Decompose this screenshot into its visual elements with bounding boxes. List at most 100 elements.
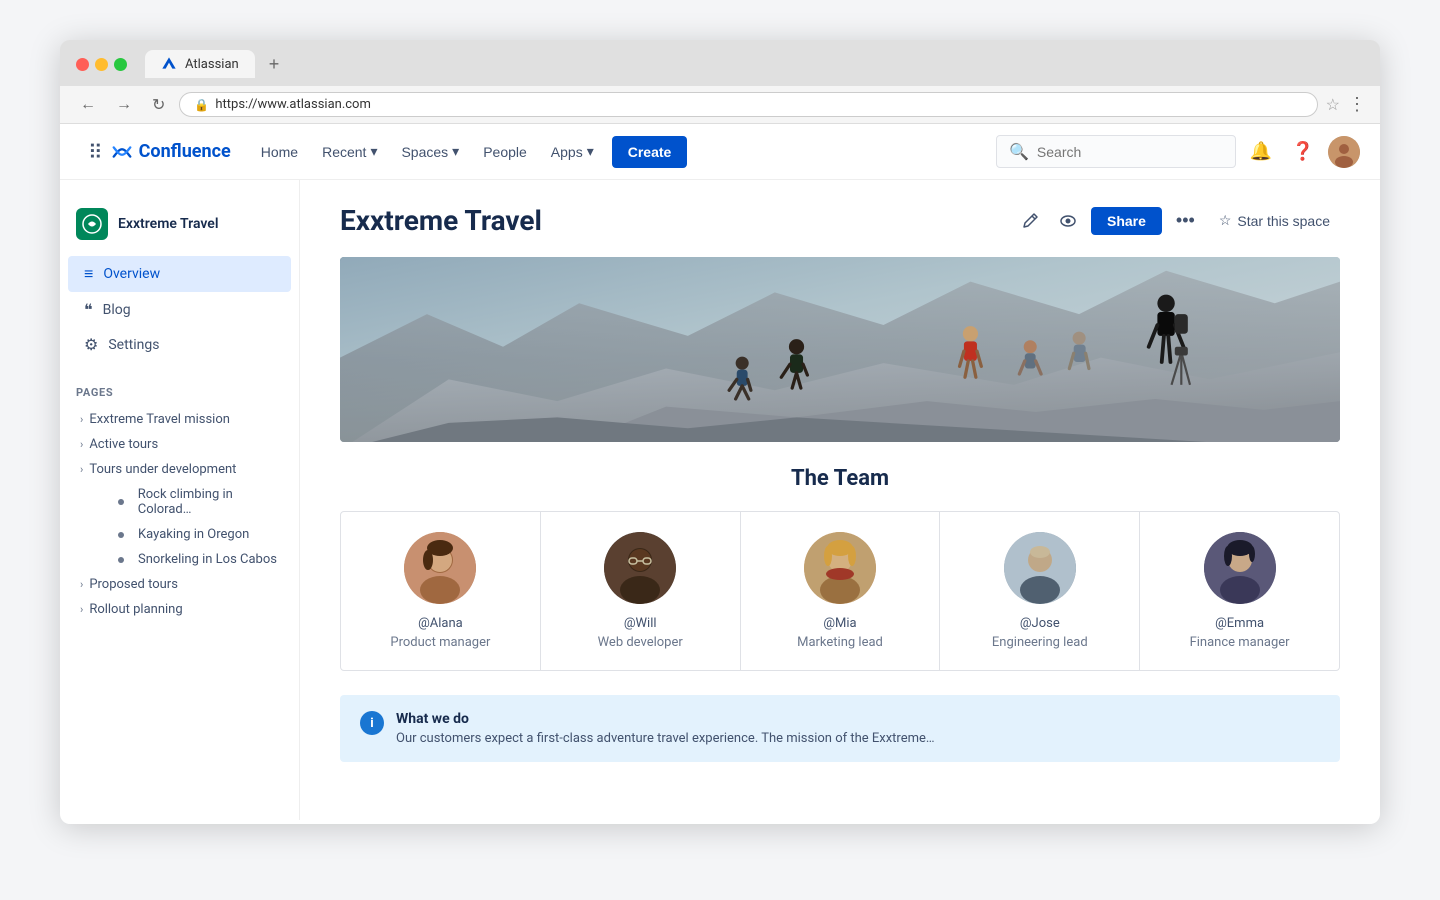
apps-chevron-icon: ▾	[587, 143, 594, 160]
minimize-window-btn[interactable]	[95, 58, 108, 71]
share-button[interactable]: Share	[1091, 207, 1162, 235]
notifications-button[interactable]: 🔔	[1244, 135, 1278, 169]
blog-label: Blog	[103, 302, 131, 318]
browser-menu-button[interactable]: ⋮	[1348, 94, 1366, 115]
overview-icon: ≡	[84, 264, 93, 284]
view-button[interactable]	[1053, 206, 1083, 236]
user-avatar[interactable]	[1328, 136, 1360, 168]
team-card-alana: @Alana Product manager	[341, 512, 541, 670]
team-card-emma: @Emma Finance manager	[1140, 512, 1339, 670]
page-label: Active tours	[89, 437, 158, 452]
team-role-will: Web developer	[553, 635, 728, 650]
tab-title: Atlassian	[185, 57, 239, 72]
search-bar[interactable]: 🔍	[996, 135, 1236, 168]
bullet-icon	[118, 499, 124, 505]
page-item-rollout[interactable]: › Rollout planning	[76, 597, 283, 622]
spaces-chevron-icon: ▾	[452, 143, 459, 160]
create-button[interactable]: Create	[612, 136, 688, 168]
sidebar-item-settings[interactable]: ⚙ Settings	[68, 327, 291, 362]
spaces-nav-link[interactable]: Spaces ▾	[391, 135, 469, 168]
people-nav-link[interactable]: People	[473, 136, 537, 168]
sidebar-item-overview[interactable]: ≡ Overview	[68, 256, 291, 292]
page-item-tours-dev[interactable]: › Tours under development	[76, 457, 283, 482]
search-icon: 🔍	[1009, 142, 1029, 161]
top-navigation: ⠿ Confluence Home Recent ▾ Spaces ▾ Peo	[60, 124, 1380, 180]
team-avatar-mia	[804, 532, 876, 604]
page-item-rock-climbing[interactable]: Rock climbing in Colorad…	[76, 482, 283, 522]
page-item-active-tours[interactable]: › Active tours	[76, 432, 283, 457]
info-title: What we do	[396, 711, 1320, 727]
page-label: Snorkeling in Los Cabos	[138, 552, 277, 567]
info-box: i What we do Our customers expect a firs…	[340, 695, 1340, 762]
bullet-icon	[118, 532, 124, 538]
page-label: Rollout planning	[89, 602, 182, 617]
new-tab-button[interactable]: +	[269, 54, 280, 75]
space-name: Exxtreme Travel	[118, 216, 218, 232]
close-window-btn[interactable]	[76, 58, 89, 71]
star-icon: ☆	[1219, 212, 1232, 229]
main-layout: Exxtreme Travel ≡ Overview ❝ Blog ⚙ Sett…	[60, 180, 1380, 820]
page-label: Proposed tours	[89, 577, 178, 592]
back-button[interactable]: ←	[74, 94, 102, 116]
pages-section: PAGES › Exxtreme Travel mission › Active…	[60, 378, 299, 630]
page-label: Tours under development	[89, 462, 236, 477]
maximize-window-btn[interactable]	[114, 58, 127, 71]
header-actions: Share ••• ☆ Star this space	[1015, 204, 1340, 237]
star-space-button[interactable]: ☆ Star this space	[1209, 206, 1340, 235]
confluence-logo-icon	[111, 141, 133, 163]
browser-tab-bar: Atlassian +	[60, 40, 1380, 86]
apps-nav-link[interactable]: Apps ▾	[541, 135, 604, 168]
recent-nav-link[interactable]: Recent ▾	[312, 135, 387, 168]
bookmark-button[interactable]: ☆	[1326, 95, 1340, 115]
team-handle-jose: @Jose	[952, 616, 1127, 631]
info-text: Our customers expect a first-class adven…	[396, 731, 1320, 746]
atlassian-tab-icon	[161, 56, 177, 72]
content-header: Exxtreme Travel	[300, 180, 1380, 257]
chevron-icon: ›	[80, 438, 83, 451]
page-item-mission[interactable]: › Exxtreme Travel mission	[76, 407, 283, 432]
more-options-button[interactable]: •••	[1170, 204, 1201, 237]
address-bar-row: ← → ↻ 🔒 https://www.atlassian.com ☆ ⋮	[60, 86, 1380, 124]
browser-window: Atlassian + ← → ↻ 🔒 https://www.atlassia…	[60, 40, 1380, 824]
team-role-alana: Product manager	[353, 635, 528, 650]
nav-right: 🔍 🔔 ❓	[996, 135, 1360, 169]
home-nav-link[interactable]: Home	[251, 136, 308, 168]
more-options-icon: •••	[1176, 210, 1195, 231]
sidebar-item-blog[interactable]: ❝ Blog	[68, 292, 291, 327]
page-label: Exxtreme Travel mission	[89, 412, 230, 427]
space-header: Exxtreme Travel	[60, 200, 299, 256]
hero-image	[340, 257, 1340, 442]
page-title: Exxtreme Travel	[340, 204, 1003, 237]
hero-svg	[340, 257, 1340, 442]
hero-image-inner	[340, 257, 1340, 442]
main-content: Exxtreme Travel	[300, 180, 1380, 820]
team-role-mia: Marketing lead	[753, 635, 928, 650]
eye-icon	[1059, 212, 1077, 230]
forward-button[interactable]: →	[110, 94, 138, 116]
overview-label: Overview	[103, 266, 160, 282]
confluence-logo[interactable]: Confluence	[111, 141, 231, 163]
address-bar[interactable]: 🔒 https://www.atlassian.com	[179, 92, 1317, 117]
help-button[interactable]: ❓	[1286, 135, 1320, 169]
team-card-jose: @Jose Engineering lead	[940, 512, 1140, 670]
page-item-kayaking[interactable]: Kayaking in Oregon	[76, 522, 283, 547]
chevron-icon: ›	[80, 463, 83, 476]
team-role-jose: Engineering lead	[952, 635, 1127, 650]
team-handle-emma: @Emma	[1152, 616, 1327, 631]
apps-grid-icon[interactable]: ⠿	[80, 132, 111, 172]
page-item-snorkeling[interactable]: Snorkeling in Los Cabos	[76, 547, 283, 572]
info-content: What we do Our customers expect a first-…	[396, 711, 1320, 746]
browser-tab[interactable]: Atlassian	[145, 50, 255, 78]
edit-button[interactable]	[1015, 206, 1045, 236]
pages-label: PAGES	[76, 386, 283, 399]
page-label: Kayaking in Oregon	[138, 527, 249, 542]
refresh-button[interactable]: ↻	[146, 93, 171, 117]
info-icon: i	[360, 711, 384, 735]
recent-chevron-icon: ▾	[370, 143, 377, 160]
team-card-will: @Will Web developer	[541, 512, 741, 670]
nav-links: Home Recent ▾ Spaces ▾ People Apps ▾ Cre…	[251, 135, 688, 168]
page-item-proposed[interactable]: › Proposed tours	[76, 572, 283, 597]
team-avatar-jose	[1004, 532, 1076, 604]
search-input[interactable]	[1037, 144, 1223, 160]
page-label: Rock climbing in Colorad…	[138, 487, 283, 517]
